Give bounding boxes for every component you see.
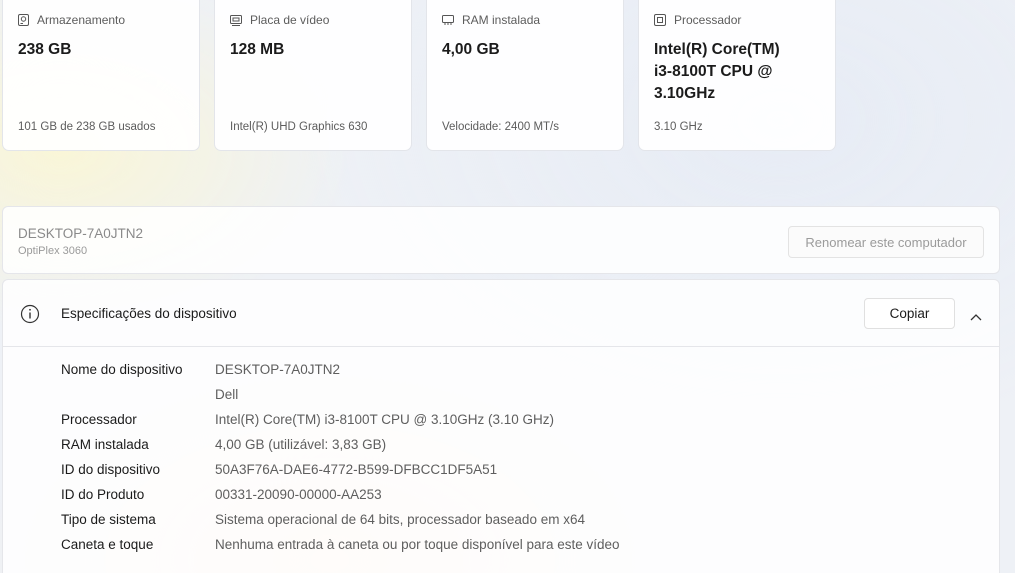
spec-row: Nome do dispositivo DESKTOP-7A0JTN2 <box>61 357 620 382</box>
spec-key: Nome do dispositivo <box>61 362 183 377</box>
info-icon <box>20 304 40 329</box>
chevron-up-icon[interactable] <box>970 308 982 326</box>
spec-value: Intel(R) Core(TM) i3-8100T CPU @ 3.10GHz… <box>215 412 555 427</box>
card-label: Armazenamento <box>37 13 126 27</box>
spec-key: Tipo de sistema <box>61 512 156 527</box>
spec-row: Dell <box>61 382 620 407</box>
card-label: Placa de vídeo <box>250 13 330 27</box>
rename-pc-button[interactable]: Renomear este computador <box>788 226 984 258</box>
device-specs-panel: Especificações do dispositivo Copiar Nom… <box>2 279 1000 573</box>
pc-model: OptiPlex 3060 <box>18 245 88 257</box>
spec-rows: Nome do dispositivo DESKTOP-7A0JTN2 Dell… <box>61 357 620 557</box>
spec-value: DESKTOP-7A0JTN2 <box>215 362 341 377</box>
spec-row: Tipo de sistema Sistema operacional de 6… <box>61 507 620 532</box>
card-value: 128 MB <box>230 41 285 58</box>
spec-key: RAM instalada <box>61 437 149 452</box>
spec-value: 50A3F76A-DAE6-4772-B599-DFBCC1DF5A51 <box>215 462 498 477</box>
spec-key: Caneta e toque <box>61 537 154 552</box>
spec-value: Sistema operacional de 64 bits, processa… <box>215 512 585 527</box>
processor-icon <box>654 14 666 26</box>
storage-card: Armazenamento 238 GB 101 GB de 238 GB us… <box>2 0 200 151</box>
spec-key: ID do Produto <box>61 487 145 502</box>
card-value: 4,00 GB <box>442 41 500 58</box>
processor-card: Processador Intel(R) Core(TM) i3-8100T C… <box>638 0 836 151</box>
spec-key: ID do dispositivo <box>61 462 161 477</box>
card-value: Intel(R) Core(TM) i3-8100T CPU @ 3.10GHz <box>654 39 780 105</box>
spec-row: RAM instalada 4,00 GB (utilizável: 3,83 … <box>61 432 620 457</box>
card-subtext: 101 GB de 238 GB usados <box>18 121 156 133</box>
pc-name: DESKTOP-7A0JTN2 <box>18 226 144 241</box>
ram-card: RAM instalada 4,00 GB Velocidade: 2400 M… <box>426 0 624 151</box>
card-value-line: i3-8100T CPU @ <box>654 63 773 80</box>
copy-button[interactable]: Copiar <box>864 298 955 329</box>
video-card-icon <box>230 14 242 26</box>
card-subtext: Velocidade: 2400 MT/s <box>442 121 559 133</box>
card-subtext: Intel(R) UHD Graphics 630 <box>230 121 368 133</box>
spec-row: Processador Intel(R) Core(TM) i3-8100T C… <box>61 407 620 432</box>
spec-row: Caneta e toque Nenhuma entrada à caneta … <box>61 532 620 557</box>
card-value-line: Intel(R) Core(TM) <box>654 41 780 58</box>
card-subtext: 3.10 GHz <box>654 121 703 133</box>
card-value-line: 3.10GHz <box>654 85 716 102</box>
spec-value: Dell <box>215 387 239 402</box>
spec-row: ID do dispositivo 50A3F76A-DAE6-4772-B59… <box>61 457 620 482</box>
card-label: Processador <box>674 13 742 27</box>
ram-icon <box>442 15 454 25</box>
device-specs-header[interactable]: Especificações do dispositivo Copiar <box>3 280 999 347</box>
spec-key: Processador <box>61 412 137 427</box>
spec-row: ID do Produto 00331-20090-00000-AA253 <box>61 482 620 507</box>
video-card: Placa de vídeo 128 MB Intel(R) UHD Graph… <box>214 0 412 151</box>
spec-value: Nenhuma entrada à caneta ou por toque di… <box>215 537 620 552</box>
spec-value: 4,00 GB (utilizável: 3,83 GB) <box>215 437 387 452</box>
device-specs-title: Especificações do dispositivo <box>61 306 237 321</box>
spec-value: 00331-20090-00000-AA253 <box>215 487 382 502</box>
pc-name-panel: DESKTOP-7A0JTN2 OptiPlex 3060 Renomear e… <box>2 206 1000 274</box>
storage-icon <box>18 14 29 26</box>
card-label: RAM instalada <box>462 13 541 27</box>
card-value: 238 GB <box>18 41 72 58</box>
